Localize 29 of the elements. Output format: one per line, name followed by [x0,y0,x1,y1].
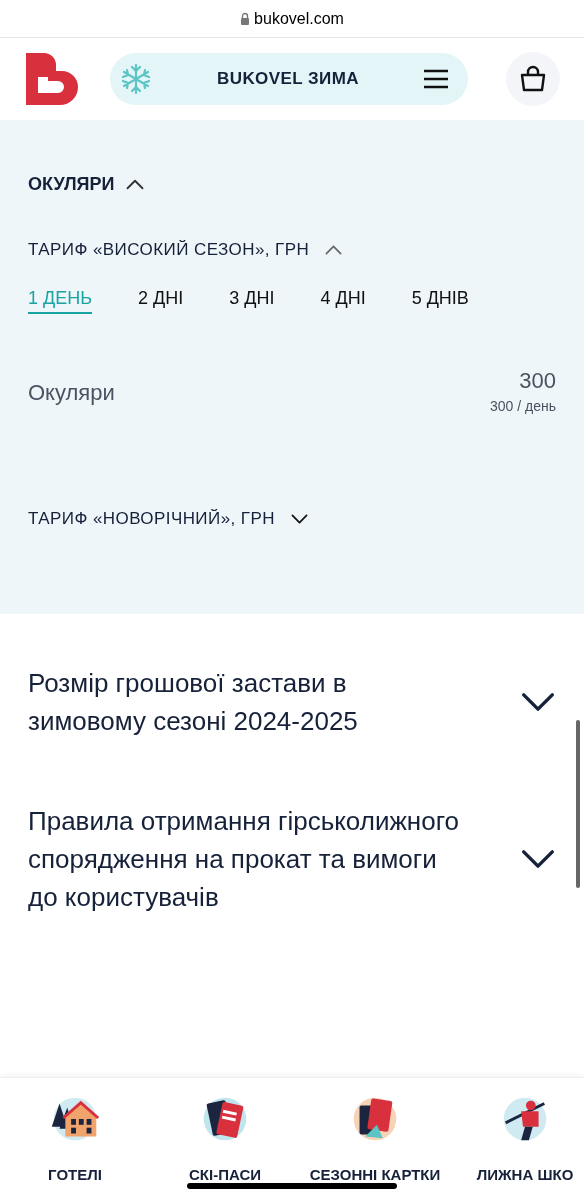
chevron-icon[interactable] [520,692,556,712]
faq-question[interactable]: Правила отримання гірськолижного спорядження на прокат та вимоги до користувачів [28,802,468,916]
menu-icon[interactable] [424,69,448,89]
section-title[interactable]: ОКУЛЯРИ [28,170,115,198]
shopping-bag-icon [519,65,547,93]
chevron-icon[interactable] [520,849,556,869]
day-tab[interactable]: 5 ДНІВ [411,284,469,314]
lock-icon [240,12,251,25]
price-per-day: 300 / день [490,396,556,417]
item-name: Окуляри [28,379,115,407]
url-text[interactable]: bukovel.com [254,6,344,31]
season-switcher[interactable]: BUKOVEL ЗИМА [110,53,468,105]
chevron-icon[interactable] [126,178,145,190]
faq-question[interactable]: Розмір грошової застави в зимовому сезоні 2024-2025 [28,664,468,740]
nav-label[interactable]: ЛИЖНА ШКО [476,1164,574,1187]
price: 300 [519,368,556,394]
day-tab[interactable]: 2 ДНІ [138,284,184,314]
logo-icon[interactable] [26,53,78,105]
season-title: BUKOVEL ЗИМА [216,68,360,91]
nav-label[interactable]: СКІ-ПАСИ [189,1164,261,1187]
tariff-title[interactable]: ТАРИФ «НОВОРІЧНИЙ», ГРН [28,506,275,532]
snowflake-icon [120,63,152,95]
day-tab[interactable]: 4 ДНІ [320,284,366,314]
chevron-icon[interactable] [290,514,308,524]
scrollbar[interactable] [576,720,580,888]
nav-label[interactable]: ГОТЕЛІ [48,1164,102,1187]
day-tab[interactable]: 3 ДНІ [229,284,275,314]
tariff-title[interactable]: ТАРИФ «ВИСОКИЙ СЕЗОН», ГРН [28,237,310,263]
nav-label[interactable]: СЕЗОННІ КАРТКИ [309,1164,441,1187]
